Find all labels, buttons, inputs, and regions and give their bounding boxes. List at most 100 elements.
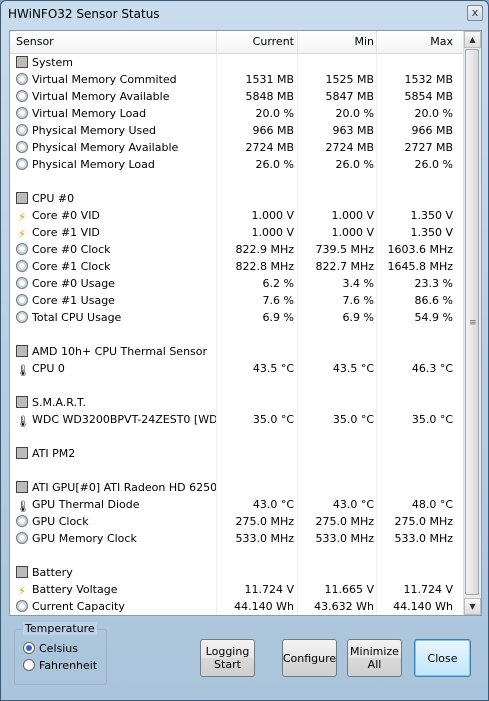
title-bar[interactable]: HWiNFO32 Sensor Status x	[1, 1, 488, 27]
column-gridline	[216, 139, 217, 156]
column-gridline	[216, 156, 217, 173]
column-gridline	[216, 394, 217, 411]
radio-unselected-icon[interactable]	[23, 659, 35, 671]
table-row[interactable]: ⚡ Core #1 VID 1.000 V 1.000 V 1.350 V	[10, 224, 465, 241]
table-row[interactable]: Core #1 Clock 822.8 MHz 822.7 MHz 1645.8 MH…	[10, 258, 465, 275]
table-row[interactable]: Virtual Memory Commited 1531 MB 1525 MB 153…	[10, 71, 465, 88]
sensor-name-cell: Core #0 Clock	[16, 241, 216, 258]
column-gridline	[216, 564, 217, 581]
sensor-name: GPU Clock	[32, 515, 89, 528]
bottom-panel: Temperature Celsius Fahrenheit Logging St…	[1, 619, 488, 701]
table-row[interactable]: Physical Memory Used 966 MB 963 MB 966 MB	[10, 122, 465, 139]
column-gridline	[216, 71, 217, 88]
value-min: 43.5 °C	[332, 362, 374, 375]
scroll-down-icon[interactable]: ▼	[464, 598, 481, 615]
logging-start-button[interactable]: Logging Start	[200, 639, 255, 677]
gauge-icon	[16, 600, 28, 612]
value-current: 20.0 %	[255, 107, 294, 120]
logging-label-line2: Start	[214, 658, 241, 671]
window-close-icon[interactable]: x	[467, 5, 483, 21]
sensor-name: ATI GPU[#0] ATI Radeon HD 6250 (...	[32, 481, 216, 494]
column-header-min[interactable]: Min	[298, 31, 374, 53]
thermometer-icon: 🌡	[16, 500, 30, 513]
sensor-group-row[interactable]: System	[10, 54, 465, 71]
column-gridline	[216, 258, 217, 275]
column-gridline	[216, 207, 217, 224]
value-max: 1.350 V	[410, 226, 453, 239]
value-max: 11.724 V	[403, 583, 453, 596]
column-header-max[interactable]: Max	[377, 31, 453, 53]
sensor-group-row[interactable]: ATI GPU[#0] ATI Radeon HD 6250 (...	[10, 479, 465, 496]
value-max: 1645.8 MHz	[387, 260, 453, 273]
gauge-icon	[16, 277, 28, 289]
sensor-rows: System Virtual Memory Commited 1531 MB 1525…	[10, 54, 465, 615]
scroll-up-icon[interactable]: ▲	[464, 31, 481, 48]
table-row[interactable]: GPU Memory Clock 533.0 MHz 533.0 MHz 533.0 …	[10, 530, 465, 547]
table-row[interactable]: GPU Clock 275.0 MHz 275.0 MHz 275.0 MHz	[10, 513, 465, 530]
fahrenheit-radio[interactable]: Fahrenheit	[23, 659, 97, 673]
table-row[interactable]: Physical Memory Available 2724 MB 2724 MB 2…	[10, 139, 465, 156]
table-row[interactable]: Current Capacity 44.140 Wh 43.632 Wh 44.140…	[10, 598, 465, 615]
column-gridline	[216, 54, 217, 71]
gauge-icon	[16, 90, 28, 102]
column-gridline	[376, 564, 377, 581]
sensor-name: GPU Memory Clock	[32, 532, 137, 545]
table-row[interactable]: Core #0 Usage 6.2 % 3.4 % 23.3 %	[10, 275, 465, 292]
bolt-icon: ⚡	[17, 227, 27, 241]
table-row[interactable]: Physical Memory Load 26.0 % 26.0 % 26.0 %	[10, 156, 465, 173]
value-min: 1525 MB	[325, 73, 374, 86]
chip-icon	[16, 396, 28, 408]
table-row[interactable]: ⚡ Battery Voltage 11.724 V 11.665 V 11.724 V	[10, 581, 465, 598]
sensor-group-row[interactable]: AMD 10h+ CPU Thermal Sensor	[10, 343, 465, 360]
table-row[interactable]: Total CPU Usage 6.9 % 6.9 % 54.9 %	[10, 309, 465, 326]
table-row[interactable]: Virtual Memory Load 20.0 % 20.0 % 20.0 %	[10, 105, 465, 122]
column-header-sensor[interactable]: Sensor	[16, 31, 54, 53]
sensor-name-cell: Core #1 Usage	[16, 292, 216, 309]
blank-row	[10, 428, 465, 445]
value-max: 48.0 °C	[411, 498, 453, 511]
sensor-name-cell: ATI GPU[#0] ATI Radeon HD 6250 (...	[16, 479, 216, 496]
value-max: 44.140 Wh	[393, 600, 453, 613]
chip-icon	[16, 56, 28, 68]
value-max: 54.9 %	[414, 311, 453, 324]
sensor-group-row[interactable]: CPU #0	[10, 190, 465, 207]
gauge-icon	[16, 158, 28, 170]
sensor-name-cell: CPU #0	[16, 190, 216, 207]
sensor-group-row[interactable]: ATI PM2	[10, 445, 465, 462]
table-row[interactable]: ⚡ Core #0 VID 1.000 V 1.000 V 1.350 V	[10, 207, 465, 224]
blank-row	[10, 173, 465, 190]
close-button[interactable]: Close	[414, 639, 471, 677]
value-max: 20.0 %	[414, 107, 453, 120]
configure-button[interactable]: Configure	[282, 639, 337, 677]
column-gridline	[297, 462, 298, 479]
celsius-radio[interactable]: Celsius	[23, 642, 78, 656]
sensor-name: Physical Memory Available	[32, 141, 179, 154]
value-current: 822.9 MHz	[235, 243, 294, 256]
value-max: 275.0 MHz	[394, 515, 453, 528]
vertical-scrollbar[interactable]: ▲ ≡ ▼	[463, 31, 481, 615]
sensor-name: System	[32, 56, 74, 69]
scroll-thumb[interactable]: ≡	[465, 49, 479, 595]
table-row[interactable]: 🌡 WDC WD3200BPVT-24ZEST0 [WD-... 35.0 °C 35…	[10, 411, 465, 428]
table-row[interactable]: Core #1 Usage 7.6 % 7.6 % 86.6 %	[10, 292, 465, 309]
gauge-icon	[16, 260, 28, 272]
column-gridline	[297, 343, 298, 360]
sensor-name-cell: ATI PM2	[16, 445, 216, 462]
table-row[interactable]: 🌡 GPU Thermal Diode 43.0 °C 43.0 °C 48.0 °C	[10, 496, 465, 513]
sensor-name: AMD 10h+ CPU Thermal Sensor	[32, 345, 208, 358]
table-row[interactable]: Core #0 Clock 822.9 MHz 739.5 MHz 1603.6 MH…	[10, 241, 465, 258]
table-row[interactable]: Virtual Memory Available 5848 MB 5847 MB 58…	[10, 88, 465, 105]
column-header-current[interactable]: Current	[218, 31, 294, 53]
sensor-group-row[interactable]: Battery	[10, 564, 465, 581]
minimize-all-button[interactable]: Minimize All	[347, 639, 402, 677]
gauge-icon	[16, 294, 28, 306]
table-row[interactable]: 🌡 CPU 0 43.5 °C 43.5 °C 46.3 °C	[10, 360, 465, 377]
sensor-group-row[interactable]: S.M.A.R.T.	[10, 394, 465, 411]
column-divider[interactable]	[216, 31, 217, 53]
sensor-name: Battery	[32, 566, 73, 579]
column-gridline	[216, 547, 217, 564]
radio-selected-icon[interactable]	[23, 642, 35, 654]
column-gridline	[297, 173, 298, 190]
value-min: 275.0 MHz	[315, 515, 374, 528]
chip-icon	[16, 566, 28, 578]
